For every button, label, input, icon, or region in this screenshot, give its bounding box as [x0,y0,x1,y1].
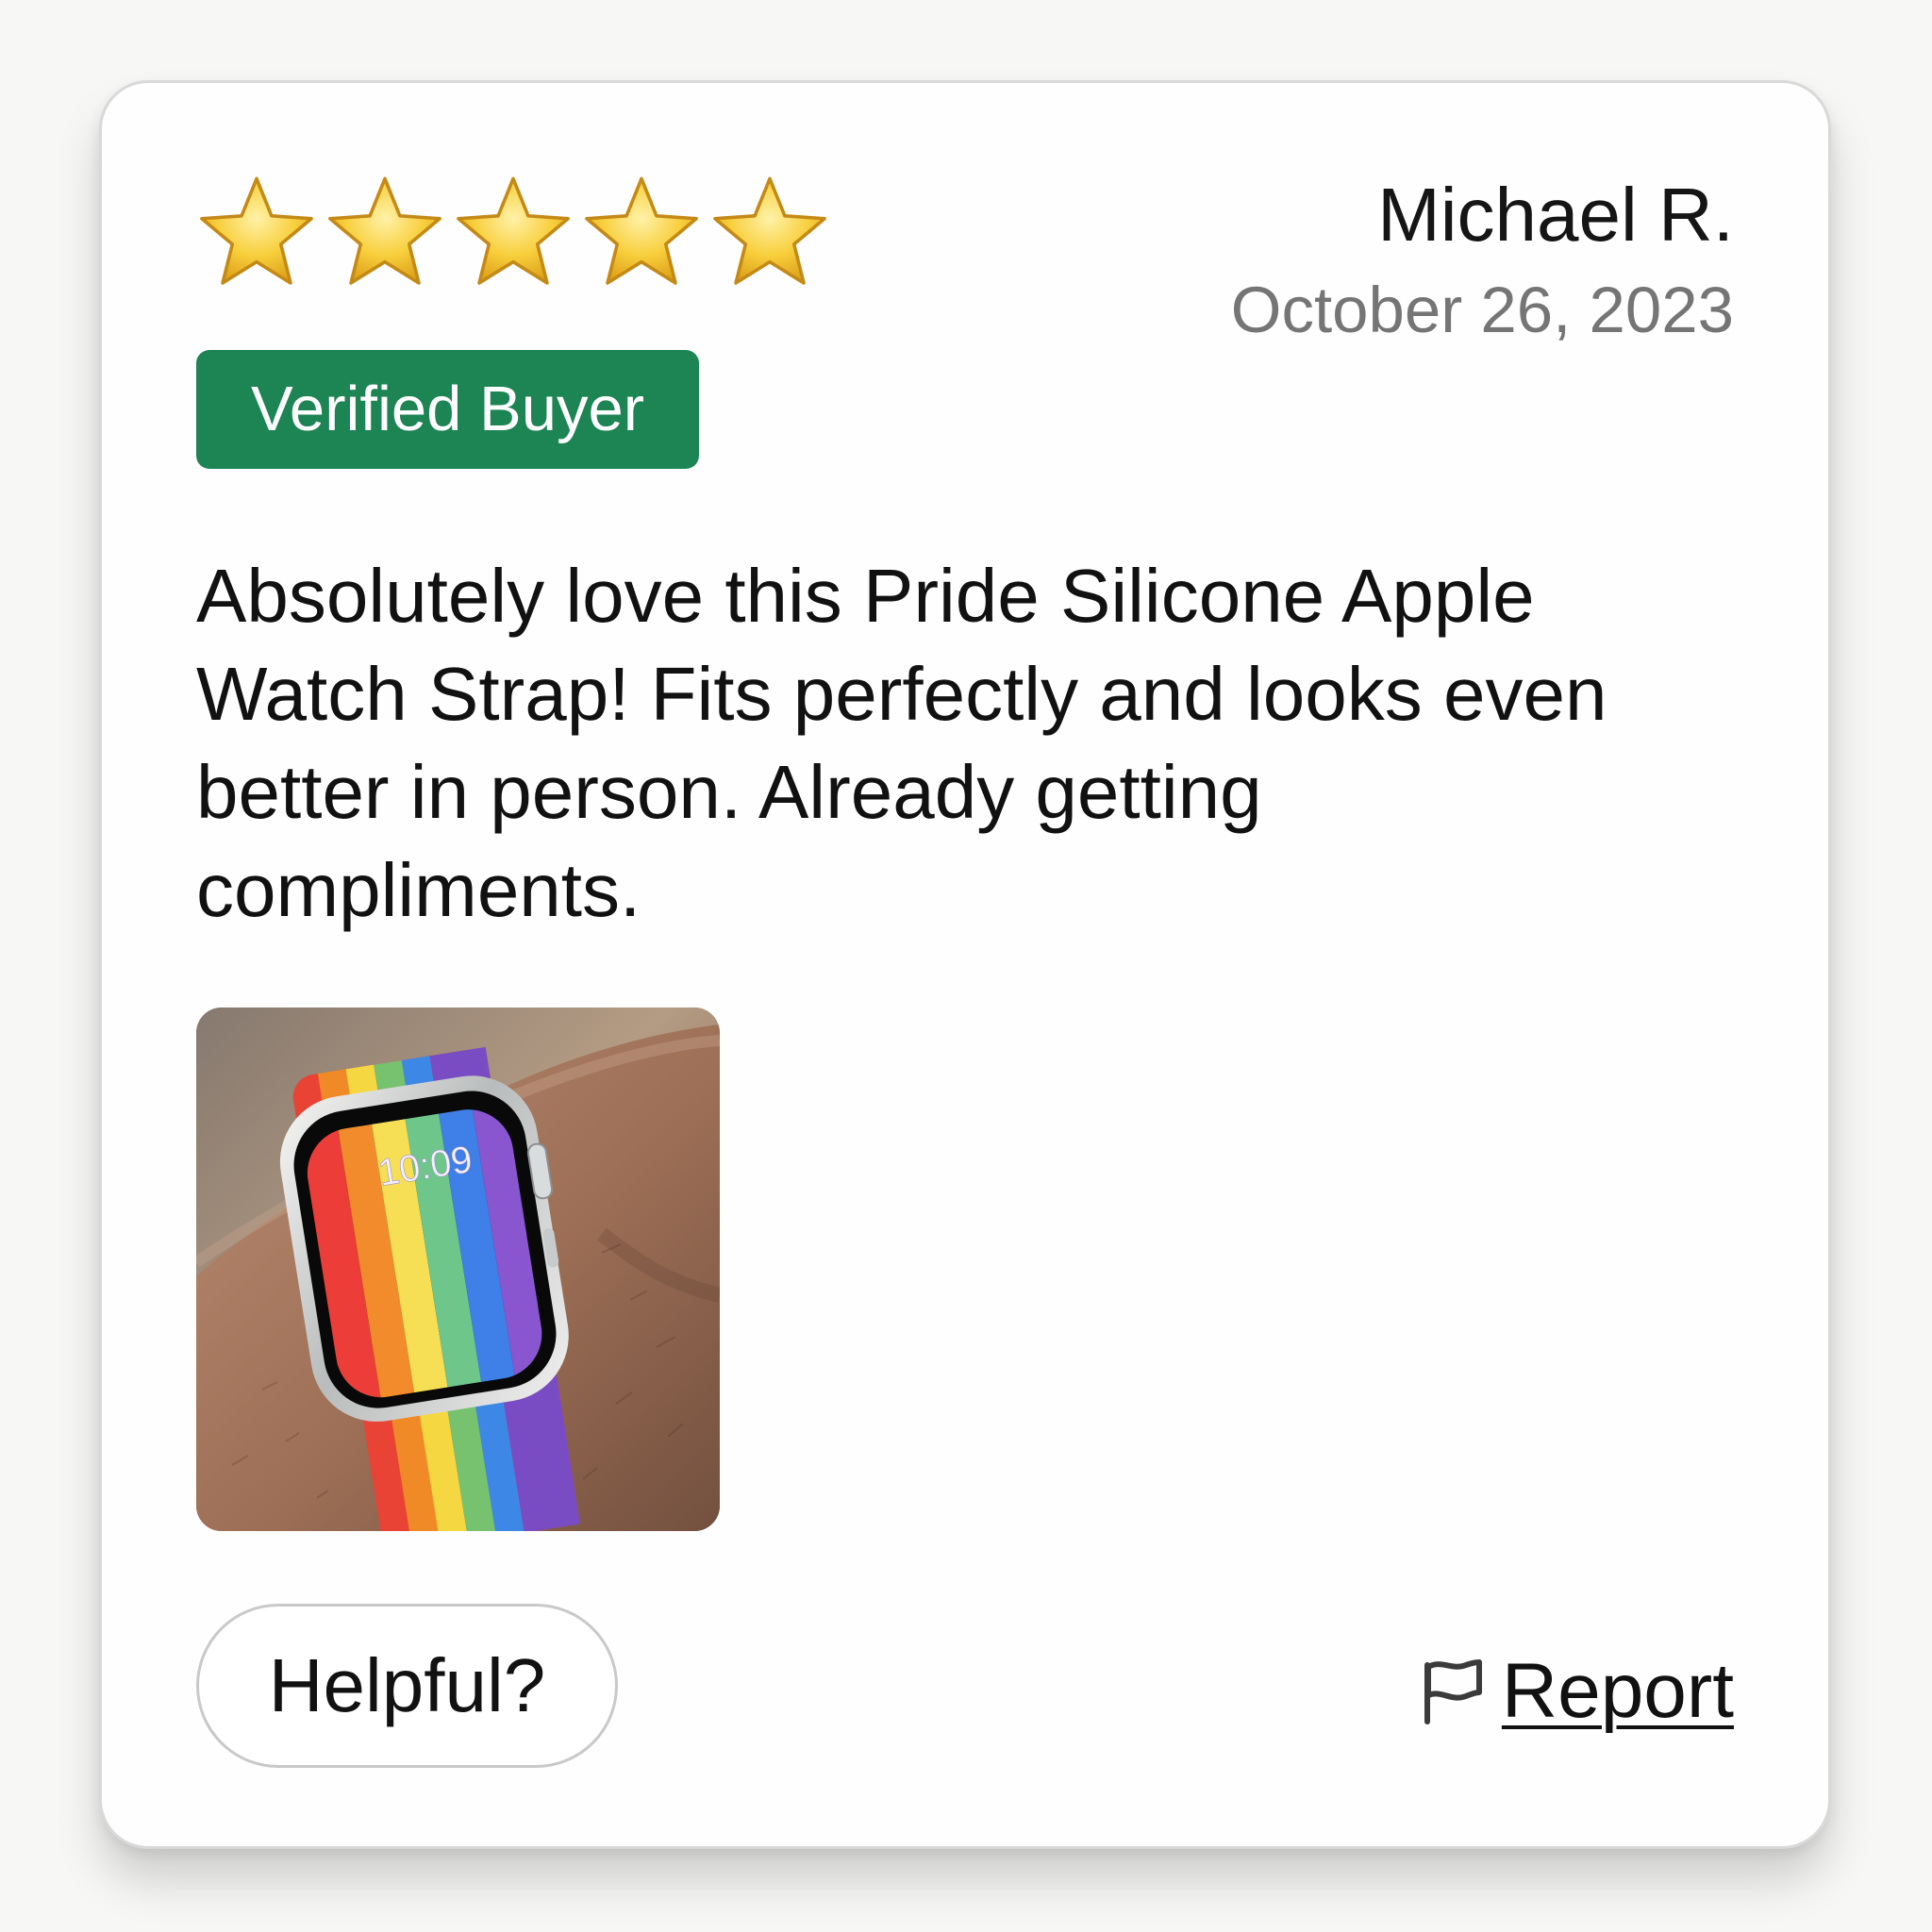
star-icon [585,176,698,285]
flag-icon [1424,1659,1482,1724]
reviewer-meta: Michael R. October 26, 2023 [979,173,1734,346]
reviewer-name: Michael R. [1377,173,1734,257]
review-text: Absolutely love this Pride Silicone Appl… [196,554,1607,932]
watch-photo-illustration: 10:09 [196,1008,720,1531]
helpful-button[interactable]: Helpful? [196,1604,618,1768]
review-photo[interactable]: 10:09 [196,1008,720,1531]
verified-buyer-badge: Verified Buyer [196,350,699,469]
star-icon [713,176,826,285]
report-label: Report [1501,1648,1734,1734]
star-rating [196,173,830,295]
review-date: October 26, 2023 [1230,274,1734,346]
star-icon [328,176,441,285]
report-link[interactable]: Report [1419,1644,1734,1739]
star-icon [457,176,570,285]
review-card: Michael R. October 26, 2023 Verified Buy… [99,80,1831,1849]
star-icon [200,176,313,285]
